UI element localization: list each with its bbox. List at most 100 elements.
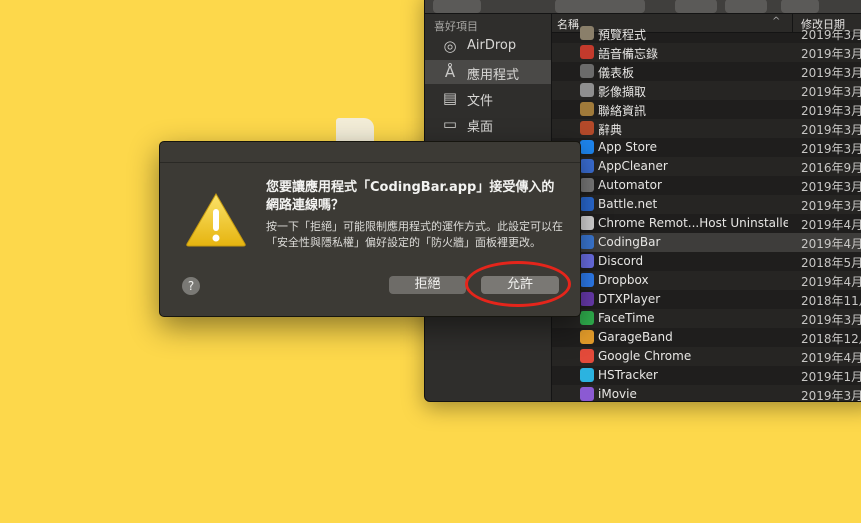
- file-date: 2019年3月2: [801, 389, 861, 402]
- table-row[interactable]: 儀表板 2019年3月2: [552, 62, 861, 81]
- table-row[interactable]: FaceTime 2019年3月2: [552, 309, 861, 328]
- airdrop-icon: ◎: [443, 37, 457, 55]
- app-icon: [580, 349, 594, 363]
- file-name: DTXPlayer: [598, 292, 661, 306]
- app-icon: [580, 387, 594, 401]
- file-name: Automator: [598, 178, 662, 192]
- table-row[interactable]: GarageBand 2018年12月: [552, 328, 861, 347]
- app-icon: [580, 235, 594, 249]
- file-name: 預覽程式: [598, 28, 647, 42]
- deny-button[interactable]: 拒絕: [389, 276, 466, 294]
- annotation-circle: [465, 261, 571, 307]
- file-date: 2019年3月3: [801, 142, 861, 156]
- desktop: { "colors": {"desktop":"#fdd84b","annota…: [0, 0, 861, 523]
- group-button[interactable]: [675, 0, 717, 13]
- file-date: 2019年3月2: [801, 313, 861, 327]
- table-row[interactable]: 語音備忘錄 2019年3月2: [552, 43, 861, 62]
- share-button[interactable]: [781, 0, 819, 13]
- table-row[interactable]: Automator 2019年3月2: [552, 176, 861, 195]
- file-name: Chrome Remot...Host Uninstaller: [598, 216, 788, 230]
- file-rows: 預覽程式 2019年3月語音備忘錄 2019年3月2 儀表板 2019年3月2 影像擷取 2…: [552, 26, 861, 402]
- app-icon: [580, 140, 594, 154]
- table-row[interactable]: App Store 2019年3月3: [552, 138, 861, 157]
- app-icon: [580, 254, 594, 268]
- table-row[interactable]: CodingBar 2019年4月2: [552, 233, 861, 252]
- sidebar-item-applications[interactable]: Å 應用程式: [425, 60, 551, 84]
- app-icon: [580, 197, 594, 211]
- file-name: 語音備忘錄: [598, 47, 659, 61]
- file-date: 2016年9月3: [801, 161, 861, 175]
- file-name: 辭典: [598, 123, 623, 137]
- sidebar-item-desktop[interactable]: ▭ 桌面: [425, 112, 551, 136]
- file-list: 名稱 ^ 修改日期 預覽程式2019年3月語音備忘錄2019年3月2儀表板201…: [552, 14, 861, 402]
- sidebar-item-airdrop[interactable]: ◎ AirDrop: [425, 34, 551, 58]
- table-row[interactable]: 辭典 2019年3月2: [552, 119, 861, 138]
- sidebar-item-label: 文件: [467, 94, 494, 109]
- file-date: 2019年3月2: [801, 199, 861, 213]
- sidebar-item-label: AirDrop: [467, 38, 517, 53]
- file-date: 2019年3月2: [801, 123, 861, 137]
- file-name: App Store: [598, 140, 657, 154]
- view-mode-buttons[interactable]: [555, 0, 645, 13]
- table-row[interactable]: iMovie 2019年3月2: [552, 385, 861, 402]
- file-name: 儀表板: [598, 66, 635, 80]
- file-name: Battle.net: [598, 197, 658, 211]
- file-date: 2019年4月2: [801, 275, 861, 289]
- file-date: 2019年3月: [801, 28, 861, 42]
- file-name: 影像擷取: [598, 85, 647, 99]
- app-icon: [580, 273, 594, 287]
- file-date: 2019年1月2: [801, 370, 861, 384]
- app-icon: [580, 292, 594, 306]
- help-button[interactable]: ?: [182, 277, 200, 295]
- table-row[interactable]: 預覽程式 2019年3月: [552, 24, 861, 43]
- app-icon: [580, 26, 594, 40]
- file-name: HSTracker: [598, 368, 658, 382]
- table-row[interactable]: Chrome Remot...Host Uninstaller 2019年4月8: [552, 214, 861, 233]
- applications-icon: Å: [444, 63, 456, 81]
- table-row[interactable]: AppCleaner 2016年9月3: [552, 157, 861, 176]
- sidebar-item-label: 應用程式: [467, 68, 520, 83]
- file-date: 2019年3月2: [801, 180, 861, 194]
- table-row[interactable]: DTXPlayer 2018年11月: [552, 290, 861, 309]
- file-name: Google Chrome: [598, 349, 692, 363]
- table-row[interactable]: Battle.net 2019年3月2: [552, 195, 861, 214]
- app-icon: [580, 83, 594, 97]
- file-date: 2019年3月2: [801, 47, 861, 61]
- app-icon: [580, 368, 594, 382]
- file-name: iMovie: [598, 387, 637, 401]
- file-name: AppCleaner: [598, 159, 668, 173]
- sidebar-item-label: 桌面: [467, 120, 494, 135]
- file-date: 2018年12月: [801, 332, 861, 346]
- file-date: 2019年3月2: [801, 104, 861, 118]
- file-name: Discord: [598, 254, 644, 268]
- app-icon: [580, 216, 594, 230]
- table-row[interactable]: Google Chrome 2019年4月4: [552, 347, 861, 366]
- documents-icon: ▤: [442, 89, 458, 107]
- table-row[interactable]: 聯絡資訊 2019年3月2: [552, 100, 861, 119]
- back-forward-buttons[interactable]: [433, 0, 481, 13]
- file-date: 2018年5月1: [801, 256, 861, 270]
- finder-toolbar: [425, 0, 861, 14]
- app-icon: [580, 311, 594, 325]
- file-date: 2019年3月2: [801, 85, 861, 99]
- file-date: 2018年11月: [801, 294, 861, 308]
- gear-icon[interactable]: [725, 0, 767, 13]
- dialog-title: 您要讓應用程式「CodingBar.app」接受傳入的網路連線嗎？: [266, 180, 555, 213]
- file-name: GarageBand: [598, 330, 673, 344]
- file-name: 聯絡資訊: [598, 104, 647, 118]
- app-icon: [580, 45, 594, 59]
- file-date: 2019年3月2: [801, 66, 861, 80]
- table-row[interactable]: HSTracker 2019年1月2: [552, 366, 861, 385]
- app-icon: [580, 159, 594, 173]
- table-row[interactable]: Dropbox 2019年4月2: [552, 271, 861, 290]
- file-date: 2019年4月2: [801, 237, 861, 251]
- table-row[interactable]: Discord 2018年5月1: [552, 252, 861, 271]
- app-icon: [580, 330, 594, 344]
- dialog-message: 按一下「拒絕」可能限制應用程式的運作方式。此設定可以在「安全性與隱私權」偏好設定…: [266, 220, 563, 249]
- warning-icon: [186, 193, 246, 247]
- dialog-title-bar: [160, 142, 580, 163]
- app-icon: [580, 178, 594, 192]
- table-row[interactable]: 影像擷取 2019年3月2: [552, 81, 861, 100]
- sidebar-item-documents[interactable]: ▤ 文件: [425, 86, 551, 110]
- app-icon: [580, 102, 594, 116]
